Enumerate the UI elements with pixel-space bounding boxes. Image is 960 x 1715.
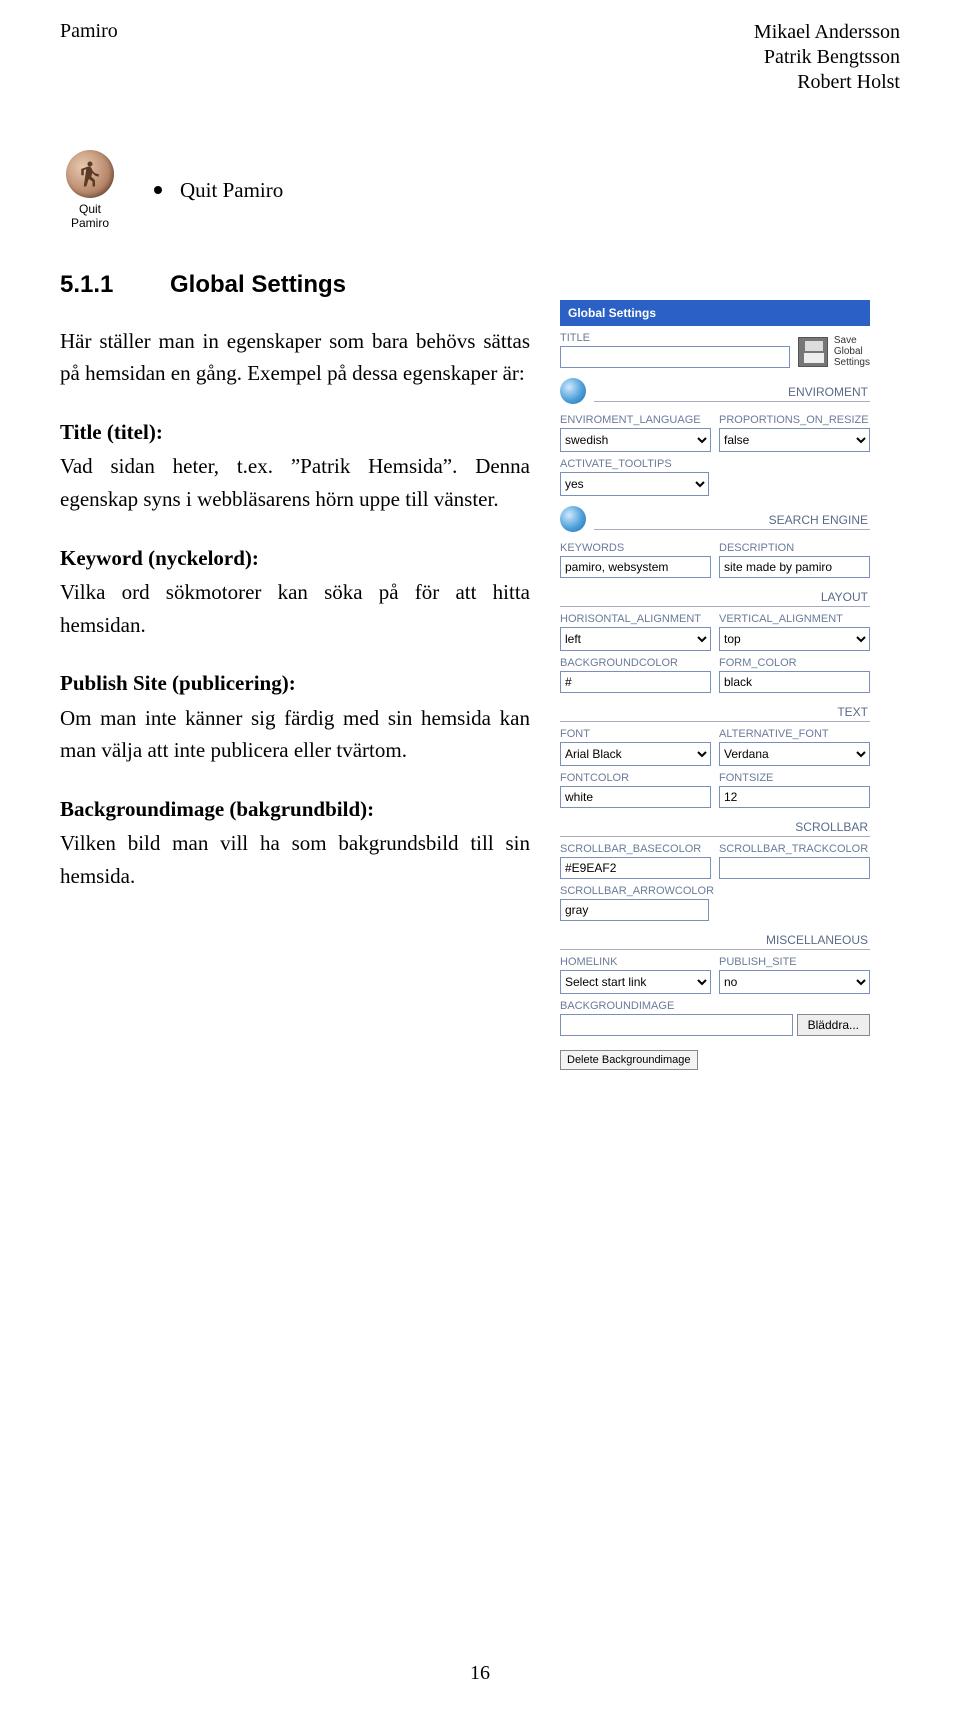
save-text: Save Global Settings — [834, 335, 870, 368]
proportions-label: PROPORTIONS_ON_RESIZE — [719, 414, 870, 426]
altfont-select[interactable]: Verdana — [719, 742, 870, 766]
env-lang-label: ENVIROMENT_LANGUAGE — [560, 414, 711, 426]
publish-label: PUBLISH_SITE — [719, 956, 870, 968]
quit-bullet-text: Quit Pamiro — [180, 178, 283, 203]
bgimage-label: BACKGROUNDIMAGE — [560, 1000, 870, 1012]
text-header: TEXT — [560, 701, 870, 722]
section-heading: 5.1.1Global Settings — [60, 271, 530, 299]
subhead-title: Title (titel): — [60, 416, 530, 449]
font-select[interactable]: Arial Black — [560, 742, 711, 766]
save-group: Save Global Settings — [798, 335, 870, 368]
paragraph-publish: Om man inte känner sig färdig med sin he… — [60, 702, 530, 767]
publish-select[interactable]: no — [719, 970, 870, 994]
description-input[interactable] — [719, 556, 870, 578]
floppy-disk-icon[interactable] — [798, 337, 828, 367]
scrollbar-header: SCROLLBAR — [560, 816, 870, 837]
subhead-bgimage: Backgroundimage (bakgrundbild): — [60, 793, 530, 826]
halign-label: HORISONTAL_ALIGNMENT — [560, 613, 711, 625]
doc-authors: Mikael Andersson Patrik Bengtsson Robert… — [754, 20, 900, 95]
fontsize-input[interactable] — [719, 786, 870, 808]
bullet-dot-icon — [154, 186, 162, 194]
sb-track-label: SCROLLBAR_TRACKCOLOR — [719, 843, 870, 855]
author-2: Patrik Bengtsson — [754, 45, 900, 70]
body-text: Här ställer man in egenskaper som bara b… — [60, 325, 530, 893]
page-number: 16 — [470, 1662, 490, 1685]
author-3: Robert Holst — [754, 70, 900, 95]
quit-icon-label-2: Pamiro — [71, 216, 109, 230]
homelink-label: HOMELINK — [560, 956, 711, 968]
keywords-input[interactable] — [560, 556, 711, 578]
paragraph-keyword: Vilka ord sökmotorer kan söka på för att… — [60, 576, 530, 641]
font-label: FONT — [560, 728, 711, 740]
homelink-select[interactable]: Select start link — [560, 970, 711, 994]
browse-button[interactable]: Bläddra... — [797, 1014, 870, 1036]
quit-icon-group: Quit Pamiro — [66, 150, 114, 231]
panel-title: Global Settings — [560, 300, 870, 326]
author-1: Mikael Andersson — [754, 20, 900, 45]
misc-header: MISCELLANEOUS — [560, 929, 870, 950]
environment-header: ENVIROMENT — [594, 381, 870, 402]
sb-base-label: SCROLLBAR_BASECOLOR — [560, 843, 711, 855]
valign-label: VERTICAL_ALIGNMENT — [719, 613, 870, 625]
env-lang-select[interactable]: swedish — [560, 428, 711, 452]
subhead-publish: Publish Site (publicering): — [60, 667, 530, 700]
title-input[interactable] — [560, 346, 790, 368]
tooltips-label: ACTIVATE_TOOLTIPS — [560, 458, 709, 470]
description-label: DESCRIPTION — [719, 542, 870, 554]
doc-title: Pamiro — [60, 20, 118, 43]
sb-arrow-label: SCROLLBAR_ARROWCOLOR — [560, 885, 709, 897]
quit-block: Quit Pamiro Quit Pamiro — [66, 150, 530, 231]
altfont-label: ALTERNATIVE_FONT — [719, 728, 870, 740]
proportions-select[interactable]: false — [719, 428, 870, 452]
globe-icon — [560, 378, 586, 404]
title-label: TITLE — [560, 332, 790, 344]
intro-paragraph: Här ställer man in egenskaper som bara b… — [60, 325, 530, 390]
paragraph-title: Vad sidan heter, t.ex. ”Patrik Hemsida”.… — [60, 450, 530, 515]
subhead-keyword: Keyword (nyckelord): — [60, 542, 530, 575]
bgcolor-input[interactable] — [560, 671, 711, 693]
paragraph-bgimage: Vilken bild man vill ha som bakgrundsbil… — [60, 827, 530, 892]
runner-icon — [66, 150, 114, 198]
bgimage-input[interactable] — [560, 1014, 793, 1036]
section-number: 5.1.1 — [60, 271, 170, 299]
quit-icon-label-1: Quit — [79, 202, 101, 216]
halign-select[interactable]: left — [560, 627, 711, 651]
bgcolor-label: BACKGROUNDCOLOR — [560, 657, 711, 669]
keywords-label: KEYWORDS — [560, 542, 711, 554]
delete-bgimage-button[interactable]: Delete Backgroundimage — [560, 1050, 698, 1070]
tooltips-select[interactable]: yes — [560, 472, 709, 496]
layout-header: LAYOUT — [560, 586, 870, 607]
sb-track-input[interactable] — [719, 857, 870, 879]
global-settings-panel: Global Settings TITLE Save Global Settin… — [560, 300, 870, 1070]
fontcolor-label: FONTCOLOR — [560, 772, 711, 784]
section-title: Global Settings — [170, 271, 346, 298]
formcolor-label: FORM_COLOR — [719, 657, 870, 669]
sb-arrow-input[interactable] — [560, 899, 709, 921]
search-engine-header: SEARCH ENGINE — [594, 509, 870, 530]
valign-select[interactable]: top — [719, 627, 870, 651]
quit-bullet-item: Quit Pamiro — [154, 178, 283, 203]
fontcolor-input[interactable] — [560, 786, 711, 808]
fontsize-label: FONTSIZE — [719, 772, 870, 784]
globe-icon — [560, 506, 586, 532]
sb-base-input[interactable] — [560, 857, 711, 879]
formcolor-input[interactable] — [719, 671, 870, 693]
